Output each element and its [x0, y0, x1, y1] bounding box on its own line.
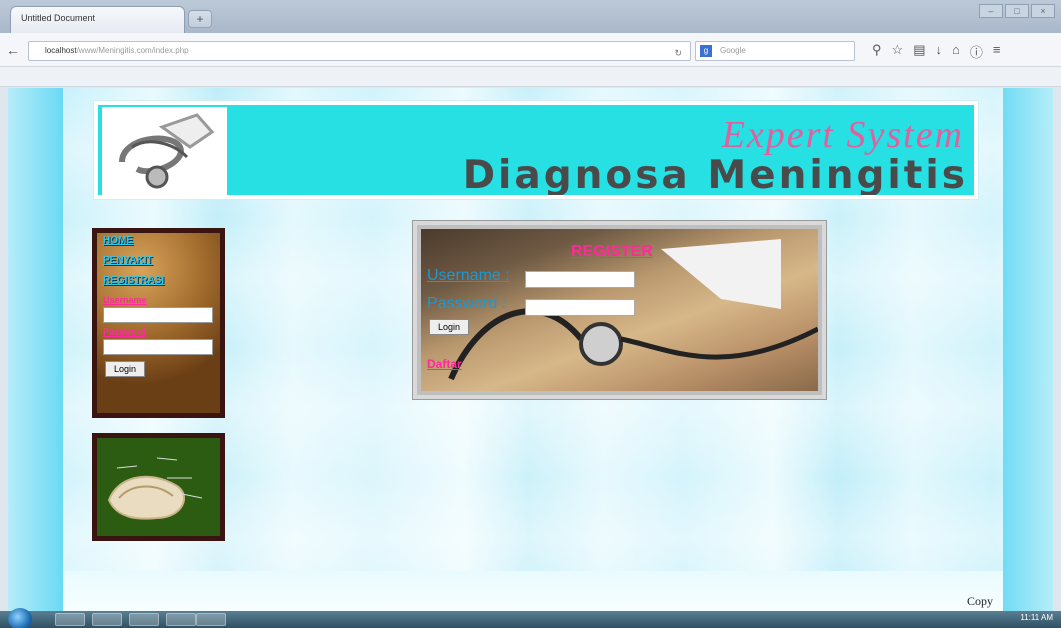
- page-title: Diagnosa Meningitis: [462, 153, 968, 195]
- browser-tab[interactable]: Untitled Document: [10, 6, 185, 33]
- register-title: REGISTER: [571, 243, 653, 260]
- menu-icon[interactable]: ≡: [993, 42, 1001, 61]
- copyright-text: Copy: [966, 594, 993, 608]
- address-bar[interactable]: localhost/www/Meningitis.com/index.php ↻: [28, 41, 691, 61]
- sidebar-item-penyakit[interactable]: PENYAKIT: [103, 255, 214, 273]
- toolbar-icons: ⚲ ☆ ▤ ↓ ⌂ ⓘ ≡: [872, 42, 1000, 61]
- tab-title: Untitled Document: [21, 13, 96, 23]
- sidebar-login-button[interactable]: Login: [105, 361, 145, 377]
- taskbar-app-icon[interactable]: [129, 613, 159, 626]
- taskbar-app-icon[interactable]: [55, 613, 85, 626]
- sidebar-item-registrasi[interactable]: REGISTRASI: [103, 275, 214, 293]
- sidebar-username-label: Username: [103, 295, 147, 305]
- home-icon[interactable]: ⌂: [952, 42, 960, 61]
- taskbar-app-icon[interactable]: [166, 613, 196, 626]
- search-placeholder: Google: [720, 46, 746, 55]
- url-host: localhost: [45, 46, 77, 55]
- reload-icon[interactable]: ↻: [674, 44, 682, 62]
- banner-inner: Expert System Diagnosa Meningitis: [98, 105, 974, 195]
- header-banner: Expert System Diagnosa Meningitis: [93, 100, 979, 200]
- register-username-label: Username :: [427, 267, 510, 284]
- browser-nav-bar: ← localhost/www/Meningitis.com/index.php…: [0, 33, 1061, 67]
- brain-illustration: [92, 433, 225, 541]
- register-password-input[interactable]: [525, 299, 635, 316]
- taskbar-app-icon[interactable]: [92, 613, 122, 626]
- register-username-input[interactable]: [525, 271, 635, 288]
- search-icon[interactable]: ⚲: [872, 42, 882, 61]
- taskbar-clock: 11:11 AM: [1020, 613, 1053, 622]
- close-icon[interactable]: ×: [1031, 4, 1055, 18]
- sidebar-password-label: Password: [103, 327, 146, 337]
- minimize-icon[interactable]: –: [979, 4, 1003, 18]
- taskbar-app-icon[interactable]: [196, 613, 226, 626]
- bookmark-list-icon[interactable]: ▤: [913, 42, 925, 61]
- header-subtitle: Expert System: [721, 114, 964, 156]
- sidebar-item-home[interactable]: HOME: [103, 235, 214, 253]
- g-icon: g: [700, 45, 712, 57]
- start-icon[interactable]: [8, 608, 32, 628]
- bookmarks-bar: [0, 67, 1061, 87]
- new-tab-button[interactable]: +: [188, 10, 212, 28]
- window-controls: – □ ×: [979, 4, 1055, 18]
- info-icon[interactable]: ⓘ: [970, 42, 983, 61]
- register-panel-inner: REGISTER Username : Password : Login Daf…: [421, 229, 818, 391]
- star-icon[interactable]: ☆: [892, 42, 904, 61]
- sidebar-menu: HOME PENYAKIT REGISTRASI Username Passwo…: [92, 228, 225, 418]
- browser-tab-bar: Untitled Document + – □ ×: [0, 0, 1061, 33]
- footer: Copy: [63, 571, 1003, 611]
- register-login-button[interactable]: Login: [429, 319, 469, 335]
- url-path: /www/Meningitis.com/index.php: [76, 46, 189, 55]
- register-panel: REGISTER Username : Password : Login Daf…: [413, 221, 826, 399]
- register-password-label: Password :: [427, 295, 507, 312]
- stethoscope-logo: [102, 107, 227, 195]
- download-icon[interactable]: ↓: [935, 42, 942, 61]
- sidebar-username-input[interactable]: [103, 307, 213, 323]
- page-viewport: Expert System Diagnosa Meningitis HOME P…: [8, 88, 1053, 611]
- os-taskbar: 11:11 AM: [0, 608, 1061, 628]
- back-arrow-icon[interactable]: ←: [4, 42, 22, 60]
- search-input[interactable]: g Google: [695, 41, 855, 61]
- page-body: Expert System Diagnosa Meningitis HOME P…: [63, 88, 1003, 611]
- maximize-icon[interactable]: □: [1005, 4, 1029, 18]
- daftar-link[interactable]: Daftar: [427, 357, 462, 371]
- sidebar-password-input[interactable]: [103, 339, 213, 355]
